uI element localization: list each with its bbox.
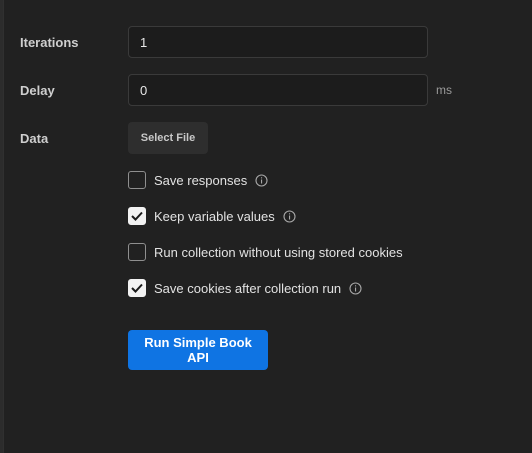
keep-variable-values-label: Keep variable values [154,208,275,224]
option-run-without-cookies: Run collection without using stored cook… [128,243,403,261]
save-responses-label: Save responses [154,172,248,188]
info-icon[interactable] [349,281,362,295]
iterations-label: Iterations [20,35,79,50]
delay-unit: ms [436,83,452,97]
checkmark-icon [131,283,143,293]
option-save-cookies: Save cookies after collection run [128,279,362,297]
save-cookies-checkbox[interactable] [128,279,146,297]
info-icon[interactable] [255,173,268,187]
save-cookies-label: Save cookies after collection run [154,280,342,296]
option-keep-variable-values: Keep variable values [128,207,296,225]
save-responses-checkbox[interactable] [128,171,146,189]
checkmark-icon [131,211,143,221]
delay-label: Delay [20,83,55,98]
delay-input[interactable] [128,74,428,106]
run-without-cookies-label: Run collection without using stored cook… [154,244,403,260]
panel-divider [0,0,4,453]
select-file-button[interactable]: Select File [128,122,208,154]
run-without-cookies-checkbox[interactable] [128,243,146,261]
option-save-responses: Save responses [128,171,268,189]
run-collection-button[interactable]: Run Simple Book API [128,330,268,370]
runner-settings-panel: Iterations Delay ms Data Select File Sav… [0,0,532,453]
info-icon[interactable] [283,209,296,223]
iterations-input[interactable] [128,26,428,58]
keep-variable-values-checkbox[interactable] [128,207,146,225]
data-label: Data [20,131,49,146]
